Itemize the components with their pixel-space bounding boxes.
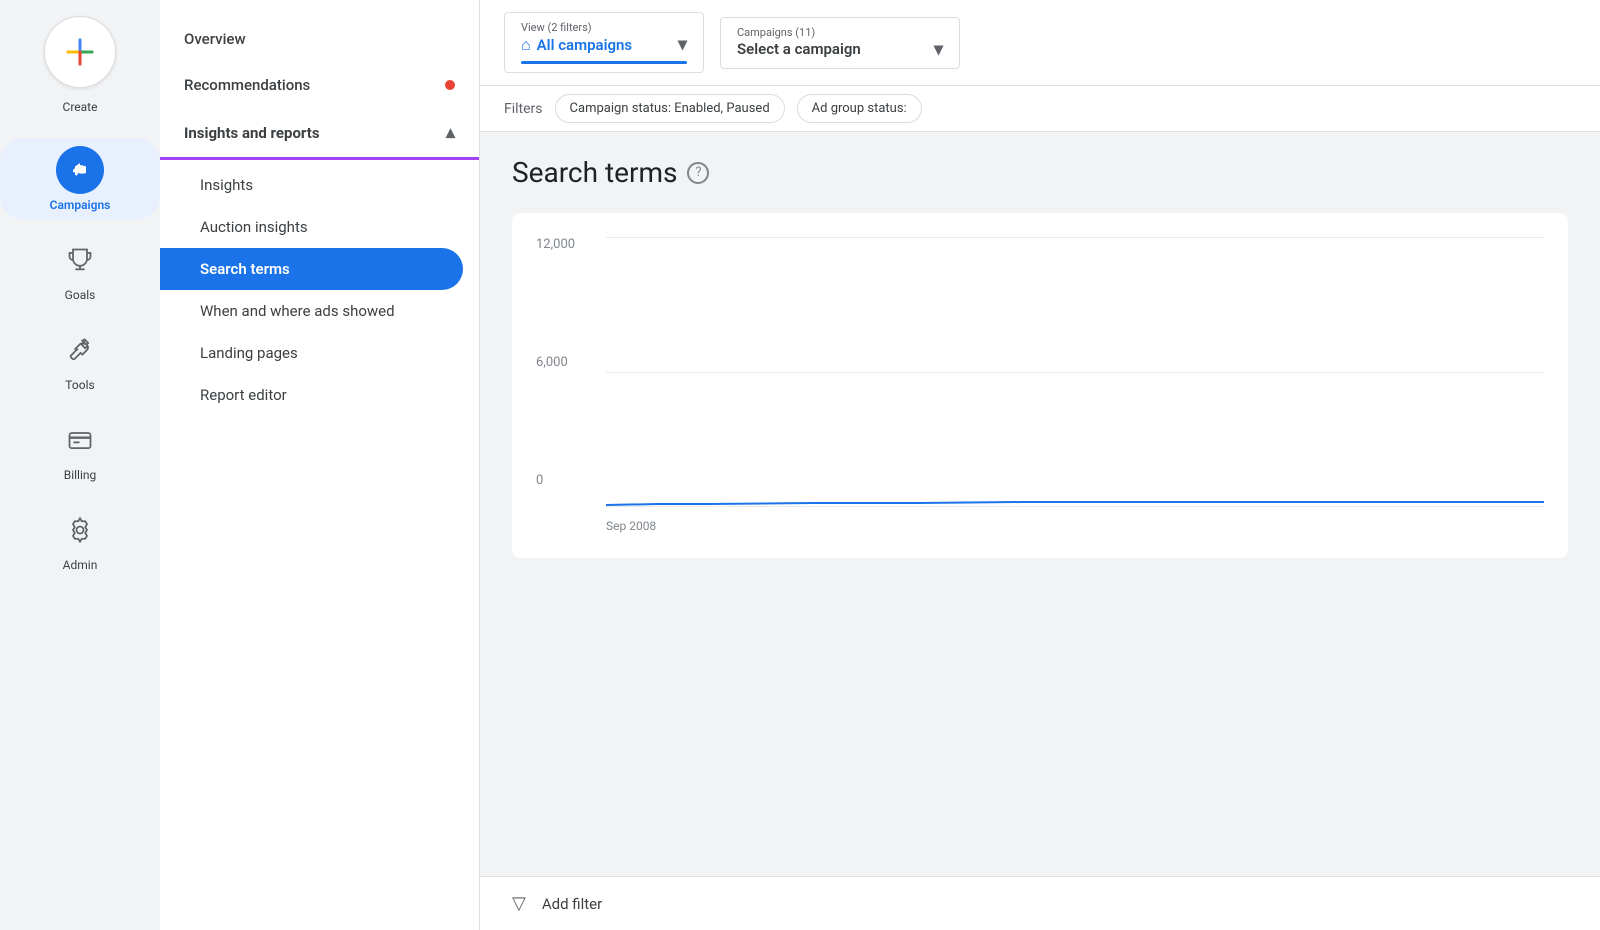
tools-icon <box>66 336 94 364</box>
x-label-sep2008: Sep 2008 <box>606 519 656 533</box>
campaign-dropdown[interactable]: Campaigns (11) Select a campaign ▾ <box>720 17 960 69</box>
y-label-0: 0 <box>536 473 575 488</box>
add-filter-bar[interactable]: ▽ Add filter <box>480 876 1600 930</box>
filters-label: Filters <box>504 101 543 117</box>
icon-sidebar: Create Campaigns Goals <box>0 0 160 930</box>
create-button[interactable]: Create <box>44 16 116 114</box>
nav-insights[interactable]: Insights <box>160 164 479 206</box>
filter-chip-campaign-status[interactable]: Campaign status: Enabled, Paused <box>555 94 785 123</box>
campaign-dropdown-top-label: Campaigns (11) <box>737 26 815 39</box>
nav-report-editor[interactable]: Report editor <box>160 374 479 416</box>
nav-search-terms[interactable]: Search terms <box>160 248 463 290</box>
megaphone-icon <box>68 158 92 182</box>
plus-icon <box>64 36 96 68</box>
goals-icon-wrap <box>56 236 104 284</box>
nav-overview[interactable]: Overview <box>160 16 479 62</box>
goals-label: Goals <box>65 288 96 302</box>
filter-bar: Filters Campaign status: Enabled, Paused… <box>480 86 1600 132</box>
home-icon: ⌂ <box>521 35 531 55</box>
billing-icon-wrap <box>56 416 104 464</box>
trophy-icon <box>66 246 94 274</box>
content-area: Search terms ? 12,000 6,000 0 <box>480 132 1600 876</box>
chevron-up-icon: ▴ <box>446 122 455 143</box>
main-content: View (2 filters) ⌂ All campaigns ▾ Campa… <box>480 0 1600 930</box>
page-title-row: Search terms ? <box>512 156 1568 189</box>
billing-icon <box>66 426 94 454</box>
notification-dot <box>445 80 455 90</box>
chevron-down-icon: ▾ <box>678 34 687 55</box>
campaigns-label: Campaigns <box>50 198 111 212</box>
tools-label: Tools <box>65 378 94 392</box>
chevron-down-icon-campaign: ▾ <box>934 39 943 60</box>
filter-chip-ad-group-status[interactable]: Ad group status: <box>797 94 922 123</box>
add-filter-text: Add filter <box>542 895 602 913</box>
sidebar-item-admin[interactable]: Admin <box>0 498 160 580</box>
view-dropdown[interactable]: View (2 filters) ⌂ All campaigns ▾ <box>504 12 704 73</box>
nav-auction-insights[interactable]: Auction insights <box>160 206 479 248</box>
create-icon-button[interactable] <box>44 16 116 88</box>
x-axis-label: Sep 2008 <box>606 515 1544 534</box>
page-title: Search terms <box>512 156 677 189</box>
admin-label: Admin <box>63 558 98 572</box>
top-bar: View (2 filters) ⌂ All campaigns ▾ Campa… <box>480 0 1600 86</box>
chart-svg <box>606 237 1544 507</box>
nav-landing-pages[interactable]: Landing pages <box>160 332 479 374</box>
view-dropdown-top-label: View (2 filters) <box>521 21 592 34</box>
y-label-12000: 12,000 <box>536 237 575 252</box>
nav-recommendations[interactable]: Recommendations <box>160 62 479 108</box>
sidebar-item-billing[interactable]: Billing <box>0 408 160 490</box>
nav-sidebar: Overview Recommendations Insights and re… <box>160 0 480 930</box>
view-dropdown-value: ⌂ All campaigns ▾ <box>521 34 687 55</box>
y-label-6000: 6,000 <box>536 355 575 370</box>
create-label: Create <box>63 100 98 114</box>
campaigns-icon-wrap <box>56 146 104 194</box>
sidebar-item-goals[interactable]: Goals <box>0 228 160 310</box>
sidebar-item-tools[interactable]: Tools <box>0 318 160 400</box>
active-indicator <box>521 61 687 64</box>
campaign-dropdown-value: Select a campaign ▾ <box>737 39 943 60</box>
chart-area <box>606 237 1544 507</box>
billing-label: Billing <box>64 468 97 482</box>
tools-icon-wrap <box>56 326 104 374</box>
filter-funnel-icon: ▽ <box>512 893 526 914</box>
chart-container: 12,000 6,000 0 Sep 2008 <box>512 213 1568 558</box>
help-icon[interactable]: ? <box>687 162 709 184</box>
sidebar-item-campaigns[interactable]: Campaigns <box>0 138 160 220</box>
nav-when-where[interactable]: When and where ads showed <box>160 290 479 332</box>
nav-section-insights-reports[interactable]: Insights and reports ▴ <box>160 108 479 160</box>
y-axis-labels: 12,000 6,000 0 <box>536 237 575 488</box>
gear-icon <box>66 516 94 544</box>
admin-icon-wrap <box>56 506 104 554</box>
